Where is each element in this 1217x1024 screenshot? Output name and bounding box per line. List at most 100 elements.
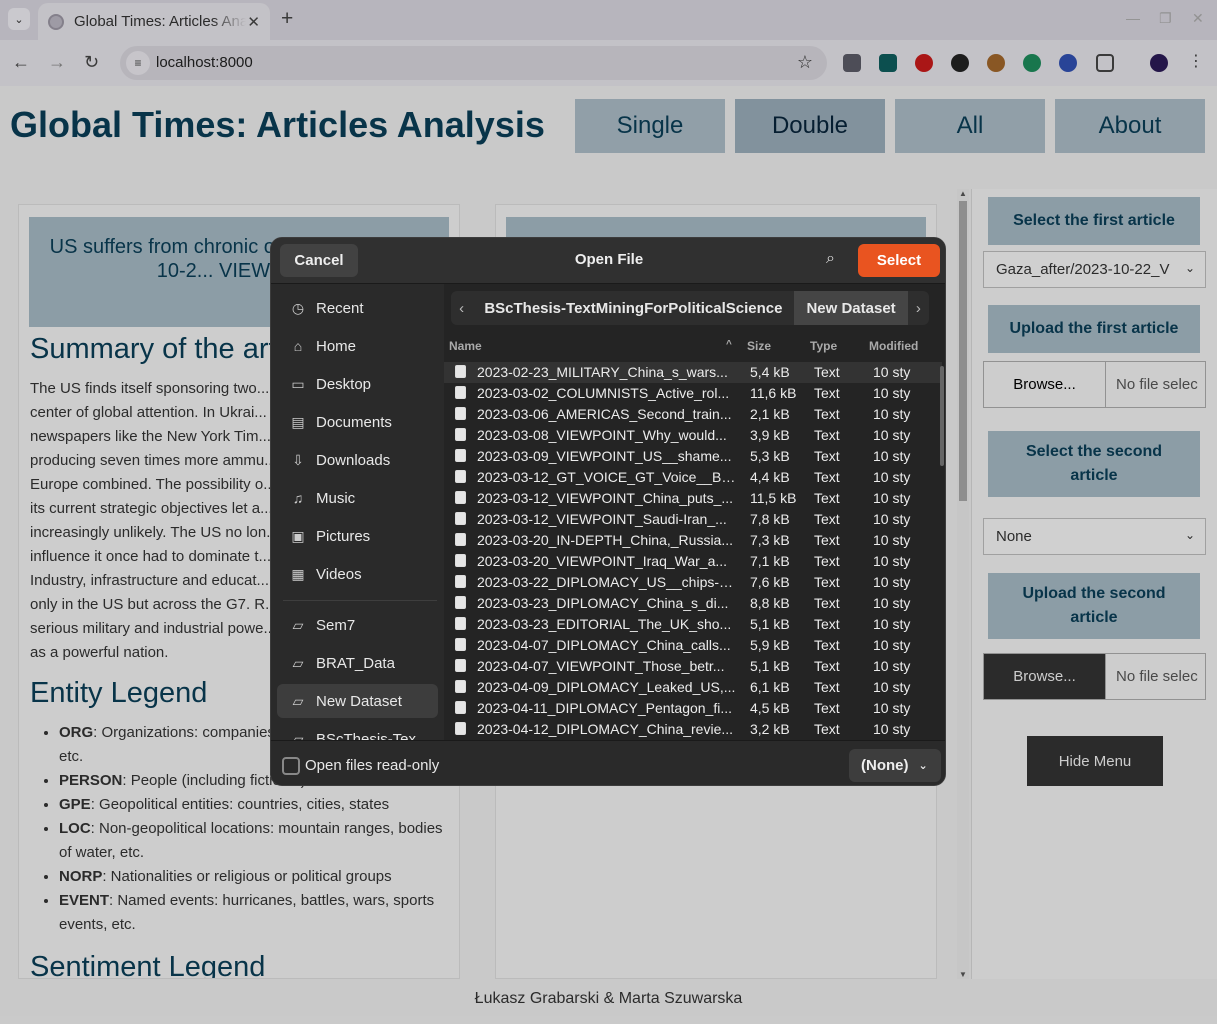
file-row[interactable]: 2023-03-09_VIEWPOINT_US__shame... 5,3 kB T… xyxy=(444,446,942,467)
column-type[interactable]: Type xyxy=(810,339,837,353)
dialog-footer: Open files read-only (None) ⌄ xyxy=(271,740,945,785)
file-row[interactable]: 2023-03-23_EDITORIAL_The_UK_sho... 5,1 kB… xyxy=(444,614,942,635)
open-file-dialog: Cancel Open File ⌕ Select ◷ Recent ⌂ Home … xyxy=(270,237,946,786)
file-size: 5,1 kB xyxy=(750,658,790,674)
clock-icon: ◷ xyxy=(291,299,305,316)
file-row[interactable]: 2023-03-06_AMERICAS_Second_train... 2,1 k… xyxy=(444,404,942,425)
file-size: 8,8 kB xyxy=(750,595,790,611)
file-type: Text xyxy=(814,595,840,611)
file-row[interactable]: 2023-03-20_VIEWPOINT_Iraq_War_a... 7,1 kB… xyxy=(444,551,942,572)
bookmark-bscthesis[interactable]: ▱ BScThesis-Tex... xyxy=(277,722,438,741)
file-text-icon xyxy=(455,680,466,693)
file-filter-dropdown[interactable]: (None) ⌄ xyxy=(849,749,941,782)
file-row[interactable]: 2023-04-09_DIPLOMACY_Leaked_US,... 6,1 kB… xyxy=(444,677,942,698)
file-type: Text xyxy=(814,448,840,464)
place-downloads[interactable]: ⇩ Downloads xyxy=(277,443,438,477)
column-size[interactable]: Size xyxy=(747,339,771,353)
file-row[interactable]: 2023-03-23_DIPLOMACY_China_s_di... 8,8 kB… xyxy=(444,593,942,614)
readonly-checkbox[interactable] xyxy=(282,757,300,775)
place-desktop[interactable]: ▭ Desktop xyxy=(277,367,438,401)
folder-icon: ▱ xyxy=(292,730,304,741)
file-text-icon xyxy=(455,470,466,483)
file-modified: 10 sty xyxy=(873,574,911,590)
file-text-icon xyxy=(455,491,466,504)
file-text-icon xyxy=(455,407,466,420)
select-button[interactable]: Select xyxy=(858,244,940,277)
file-row[interactable]: 2023-03-02_COLUMNISTS_Active_rol... 11,6 … xyxy=(444,383,942,404)
file-size: 6,1 kB xyxy=(750,679,790,695)
bookmark-sem7[interactable]: ▱ Sem7 xyxy=(277,608,438,642)
column-modified[interactable]: Modified xyxy=(869,339,918,353)
place-music[interactable]: ♫ Music xyxy=(277,481,438,515)
file-name: 2023-03-09_VIEWPOINT_US__shame... xyxy=(477,448,732,464)
file-list-scrollbar[interactable] xyxy=(940,366,944,466)
file-modified: 10 sty xyxy=(873,532,911,548)
file-name: 2023-03-02_COLUMNISTS_Active_rol... xyxy=(477,385,730,401)
file-name: 2023-04-12_DIPLOMACY_China_revie... xyxy=(477,721,734,737)
folder-icon: ▱ xyxy=(292,692,304,709)
film-icon: ▦ xyxy=(291,565,305,582)
file-modified: 10 sty xyxy=(873,511,911,527)
file-row[interactable]: 2023-03-12_GT_VOICE_GT_Voice__Be... 4,4 k… xyxy=(444,467,942,488)
dialog-header: Cancel Open File ⌕ Select xyxy=(271,238,945,284)
file-row[interactable]: 2023-03-08_VIEWPOINT_Why_would... 3,9 kB T… xyxy=(444,425,942,446)
file-row[interactable]: 2023-04-12_DIPLOMACY_China_revie... 3,2 k… xyxy=(444,719,942,740)
file-size: 2,1 kB xyxy=(750,406,790,422)
file-name: 2023-04-09_DIPLOMACY_Leaked_US,... xyxy=(477,679,736,695)
folder-icon: ▱ xyxy=(292,616,304,633)
file-row[interactable]: 2023-04-11_DIPLOMACY_Pentagon_fi... 4,5 k… xyxy=(444,698,942,719)
places-sidebar: ◷ Recent ⌂ Home ▭ Desktop ▤ Documents ⇩ Downl… xyxy=(271,284,444,740)
file-size: 4,4 kB xyxy=(750,469,790,485)
file-size: 3,2 kB xyxy=(750,721,790,737)
file-row[interactable]: 2023-03-12_VIEWPOINT_China_puts_... 11,5 … xyxy=(444,488,942,509)
place-documents[interactable]: ▤ Documents xyxy=(277,405,438,439)
file-size: 11,6 kB xyxy=(750,385,797,401)
search-icon[interactable]: ⌕ xyxy=(826,250,835,268)
path-bar: ‹ BScThesis-TextMiningForPoliticalScienc… xyxy=(451,291,929,325)
bookmark-new-dataset[interactable]: ▱ New Dataset xyxy=(277,684,438,718)
column-name[interactable]: Name xyxy=(449,339,482,353)
breadcrumb-current[interactable]: New Dataset xyxy=(794,291,908,325)
file-modified: 10 sty xyxy=(873,448,911,464)
file-type: Text xyxy=(814,532,840,548)
breadcrumb-parent[interactable]: BScThesis-TextMiningForPoliticalScience xyxy=(472,291,794,325)
file-text-icon xyxy=(455,659,466,672)
file-type: Text xyxy=(814,700,840,716)
bookmark-brat-data[interactable]: ▱ BRAT_Data xyxy=(277,646,438,680)
download-icon: ⇩ xyxy=(292,451,304,468)
file-text-icon xyxy=(455,575,466,588)
file-modified: 10 sty xyxy=(873,700,911,716)
place-home[interactable]: ⌂ Home xyxy=(277,329,438,363)
chevron-left-icon[interactable]: ‹ xyxy=(451,291,472,325)
file-modified: 10 sty xyxy=(873,469,911,485)
file-row[interactable]: 2023-03-20_IN-DEPTH_China,_Russia... 7,3 … xyxy=(444,530,942,551)
file-name: 2023-03-12_VIEWPOINT_Saudi-Iran_... xyxy=(477,511,727,527)
file-row[interactable]: 2023-04-07_DIPLOMACY_China_calls... 5,9 k… xyxy=(444,635,942,656)
file-modified: 10 sty xyxy=(873,721,911,737)
file-row[interactable]: 2023-02-23_MILITARY_China_s_wars... 5,4 k… xyxy=(444,362,942,383)
file-type: Text xyxy=(814,511,840,527)
file-row[interactable]: 2023-03-22_DIPLOMACY_US__chips-s... 7,6 k… xyxy=(444,572,942,593)
file-name: 2023-04-11_DIPLOMACY_Pentagon_fi... xyxy=(477,700,733,716)
file-modified: 10 sty xyxy=(873,658,911,674)
file-row[interactable]: 2023-03-12_VIEWPOINT_Saudi-Iran_... 7,8 k… xyxy=(444,509,942,530)
file-text-icon xyxy=(455,449,466,462)
place-videos[interactable]: ▦ Videos xyxy=(277,557,438,591)
file-size: 7,1 kB xyxy=(750,553,790,569)
chevron-right-icon[interactable]: › xyxy=(908,291,929,325)
file-modified: 10 sty xyxy=(873,637,911,653)
file-type: Text xyxy=(814,553,840,569)
file-text-icon xyxy=(455,554,466,567)
file-name: 2023-03-20_VIEWPOINT_Iraq_War_a... xyxy=(477,553,728,569)
file-list-header: Name ^ Size Type Modified xyxy=(444,336,945,358)
file-modified: 10 sty xyxy=(873,595,911,611)
place-recent[interactable]: ◷ Recent xyxy=(277,291,438,325)
file-row[interactable]: 2023-04-07_VIEWPOINT_Those_betr... 5,1 kB… xyxy=(444,656,942,677)
file-size: 4,5 kB xyxy=(750,700,790,716)
place-pictures[interactable]: ▣ Pictures xyxy=(277,519,438,553)
file-type: Text xyxy=(814,616,840,632)
file-modified: 10 sty xyxy=(873,364,911,380)
file-size: 7,3 kB xyxy=(750,532,790,548)
file-modified: 10 sty xyxy=(873,490,911,506)
file-type: Text xyxy=(814,490,840,506)
